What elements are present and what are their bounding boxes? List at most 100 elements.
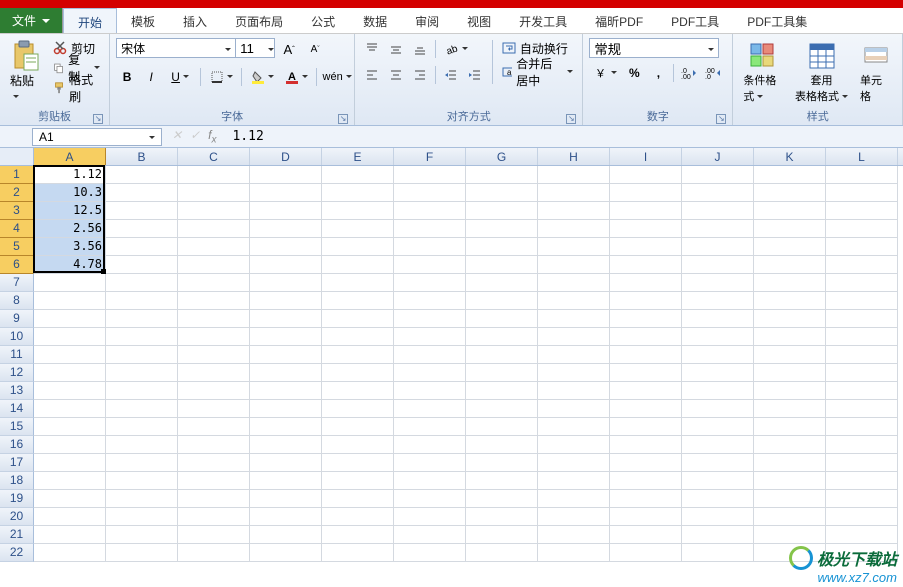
cell[interactable] xyxy=(466,418,538,436)
cell[interactable] xyxy=(322,544,394,562)
cell[interactable] xyxy=(682,526,754,544)
phonetic-button[interactable]: wén xyxy=(321,66,353,88)
cell[interactable] xyxy=(178,490,250,508)
cell[interactable] xyxy=(754,508,826,526)
cell[interactable] xyxy=(826,400,898,418)
decrease-decimal-button[interactable]: .00.0 xyxy=(702,62,724,84)
cell[interactable] xyxy=(250,292,322,310)
cell[interactable] xyxy=(754,364,826,382)
cell[interactable] xyxy=(106,472,178,490)
tab-9[interactable]: 福昕PDF xyxy=(581,8,657,33)
cell[interactable] xyxy=(466,454,538,472)
cell[interactable] xyxy=(610,256,682,274)
align-right-button[interactable] xyxy=(409,64,431,86)
cell[interactable] xyxy=(538,472,610,490)
cell[interactable] xyxy=(250,328,322,346)
cell[interactable] xyxy=(106,454,178,472)
cell[interactable] xyxy=(682,544,754,562)
cell[interactable] xyxy=(250,400,322,418)
cell[interactable] xyxy=(34,490,106,508)
merge-center-button[interactable]: a合并后居中 xyxy=(499,62,576,82)
row-header[interactable]: 16 xyxy=(0,436,34,454)
cell[interactable] xyxy=(106,346,178,364)
cell[interactable] xyxy=(466,490,538,508)
cell[interactable] xyxy=(466,328,538,346)
cell[interactable] xyxy=(322,202,394,220)
cell[interactable] xyxy=(394,490,466,508)
cell[interactable] xyxy=(106,490,178,508)
cell[interactable] xyxy=(538,328,610,346)
cell[interactable] xyxy=(106,508,178,526)
cell[interactable] xyxy=(178,292,250,310)
cell[interactable] xyxy=(106,256,178,274)
cell[interactable] xyxy=(394,256,466,274)
cell[interactable] xyxy=(250,202,322,220)
increase-font-button[interactable]: Aˆ xyxy=(278,38,300,60)
cell[interactable] xyxy=(826,256,898,274)
cell[interactable] xyxy=(682,238,754,256)
cell[interactable] xyxy=(322,328,394,346)
border-button[interactable] xyxy=(205,66,237,88)
cell[interactable] xyxy=(466,544,538,562)
row-header[interactable]: 6 xyxy=(0,256,34,274)
cell[interactable] xyxy=(250,526,322,544)
cell[interactable] xyxy=(322,166,394,184)
cell[interactable] xyxy=(250,238,322,256)
cell[interactable] xyxy=(754,490,826,508)
cell[interactable] xyxy=(466,166,538,184)
formula-input[interactable]: 1.12 xyxy=(226,129,903,144)
cell[interactable] xyxy=(250,490,322,508)
cell[interactable] xyxy=(106,364,178,382)
cell[interactable] xyxy=(394,238,466,256)
fx-icon[interactable]: fx xyxy=(208,128,216,145)
cell[interactable] xyxy=(106,526,178,544)
col-header[interactable]: L xyxy=(826,148,898,165)
cell[interactable] xyxy=(34,508,106,526)
tab-4[interactable]: 公式 xyxy=(297,8,349,33)
cell[interactable] xyxy=(466,436,538,454)
cell[interactable] xyxy=(754,310,826,328)
cell[interactable] xyxy=(322,364,394,382)
number-dialog-icon[interactable]: ↘ xyxy=(716,114,726,124)
cell[interactable] xyxy=(466,346,538,364)
col-header[interactable]: I xyxy=(610,148,682,165)
cell[interactable] xyxy=(682,274,754,292)
cell[interactable] xyxy=(250,472,322,490)
cell[interactable] xyxy=(250,346,322,364)
cell[interactable] xyxy=(538,526,610,544)
conditional-format-button[interactable]: 条件格式 xyxy=(739,38,787,106)
cell[interactable] xyxy=(178,220,250,238)
col-header[interactable]: J xyxy=(682,148,754,165)
cell[interactable] xyxy=(178,400,250,418)
decrease-indent-button[interactable] xyxy=(440,64,462,86)
cell[interactable] xyxy=(322,292,394,310)
row-header[interactable]: 3 xyxy=(0,202,34,220)
cell[interactable] xyxy=(106,274,178,292)
row-header[interactable]: 4 xyxy=(0,220,34,238)
cell[interactable] xyxy=(394,418,466,436)
cell[interactable] xyxy=(754,526,826,544)
cell[interactable] xyxy=(106,418,178,436)
cell[interactable] xyxy=(394,346,466,364)
cell[interactable] xyxy=(754,274,826,292)
cell[interactable] xyxy=(34,310,106,328)
cell[interactable] xyxy=(178,346,250,364)
cell[interactable] xyxy=(466,184,538,202)
cell[interactable] xyxy=(538,454,610,472)
cell[interactable] xyxy=(538,436,610,454)
increase-decimal-button[interactable]: .0.00 xyxy=(678,62,700,84)
name-box[interactable]: A1 xyxy=(32,128,162,146)
cell[interactable] xyxy=(754,382,826,400)
row-header[interactable]: 17 xyxy=(0,454,34,472)
row-header[interactable]: 12 xyxy=(0,364,34,382)
col-header[interactable]: D xyxy=(250,148,322,165)
cell[interactable] xyxy=(754,220,826,238)
cell[interactable] xyxy=(178,436,250,454)
align-center-button[interactable] xyxy=(385,64,407,86)
decrease-font-button[interactable]: Aˇ xyxy=(304,38,326,60)
col-header[interactable]: C xyxy=(178,148,250,165)
cell[interactable] xyxy=(826,364,898,382)
cell[interactable] xyxy=(34,544,106,562)
cell[interactable] xyxy=(610,400,682,418)
cell[interactable] xyxy=(34,274,106,292)
